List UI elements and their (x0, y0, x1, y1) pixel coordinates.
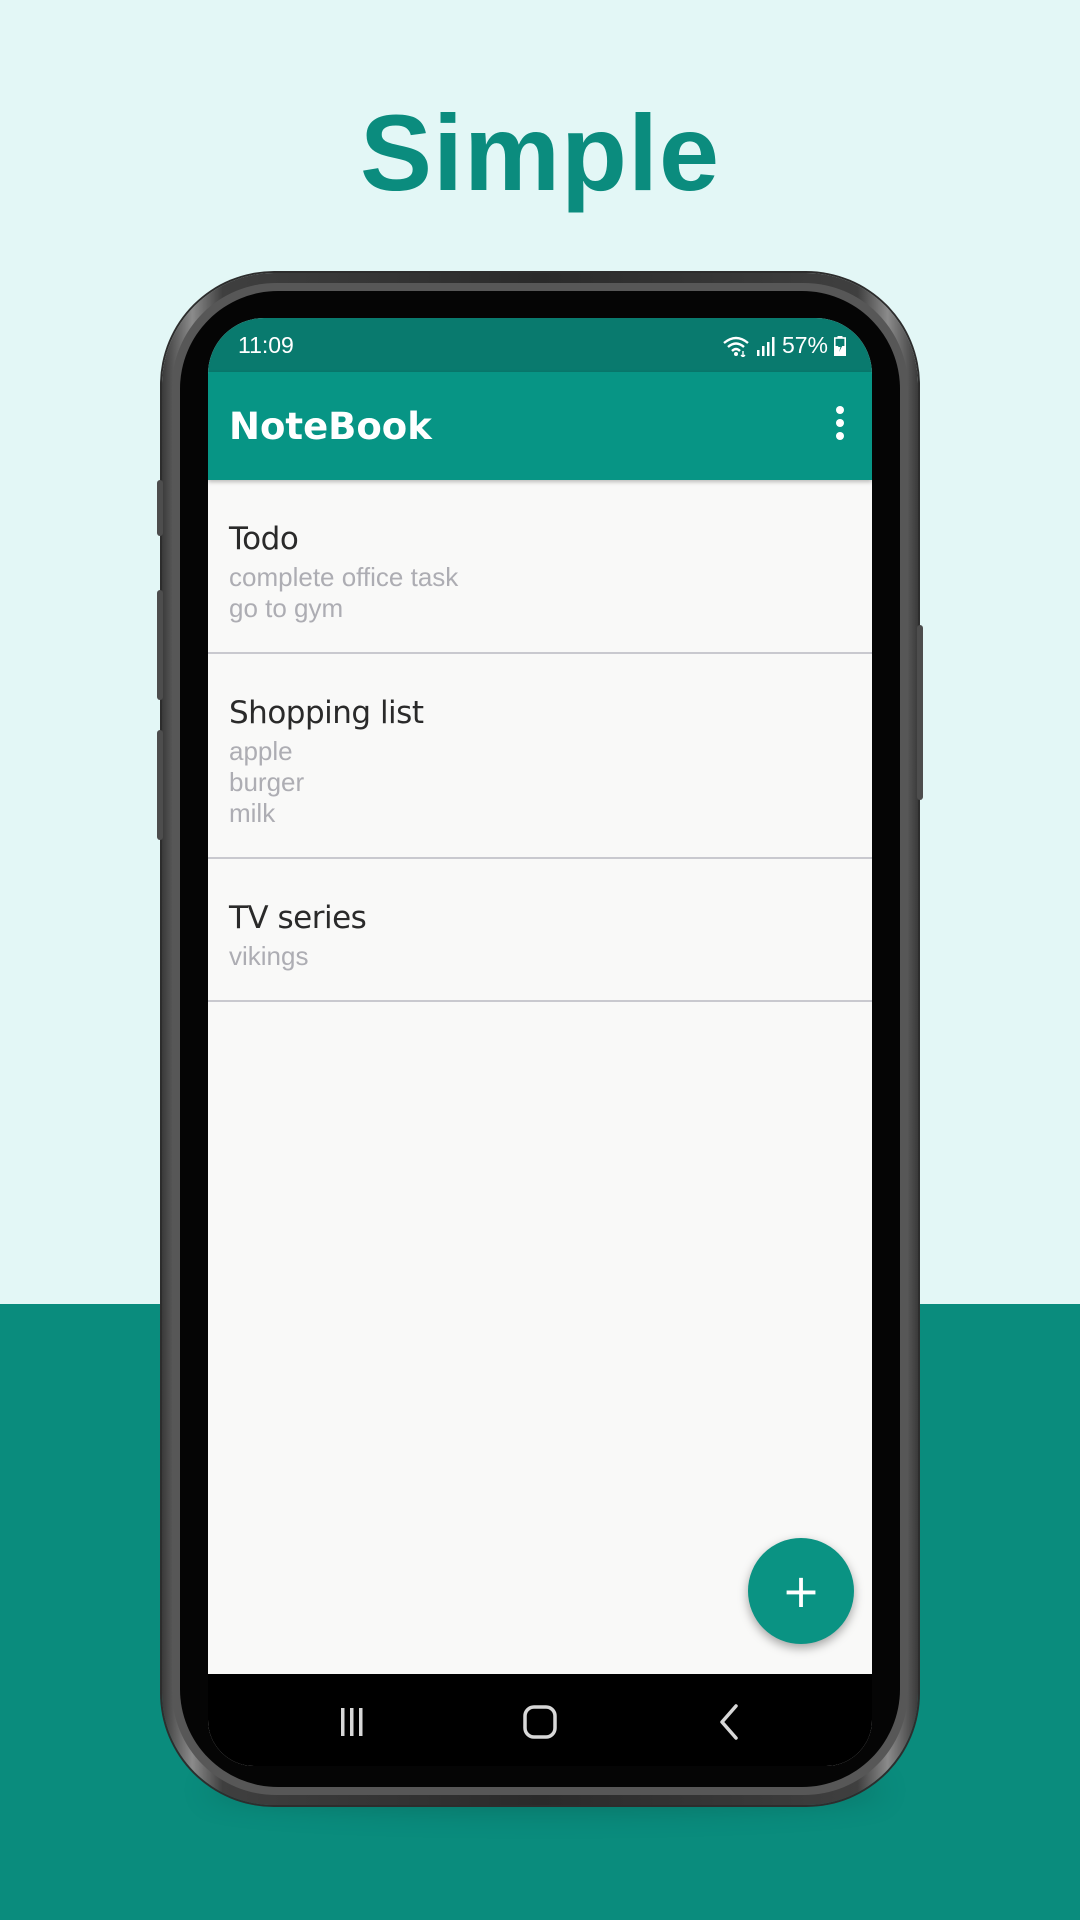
phone-side-button (157, 730, 163, 840)
phone-side-button (157, 480, 163, 536)
signal-icon (756, 336, 775, 356)
home-icon[interactable] (518, 1700, 562, 1744)
note-preview-line: complete office task (229, 562, 459, 592)
note-title: TV series (229, 900, 367, 936)
battery-percent: 57% (781, 332, 828, 358)
status-bar: 11:09 57% (208, 318, 872, 372)
note-preview-line: burger (229, 767, 305, 797)
promo-headline: Simple (359, 92, 721, 213)
note-item[interactable]: TV series vikings (208, 859, 872, 1002)
note-preview-line: vikings (229, 941, 309, 971)
note-item[interactable]: Shopping list apple burger milk (208, 654, 872, 859)
status-icons: 57% (722, 332, 846, 359)
back-icon[interactable] (708, 1700, 752, 1744)
more-vert-icon[interactable] (830, 406, 850, 446)
wifi-icon (723, 336, 749, 357)
note-preview-line: milk (229, 798, 276, 828)
add-note-button[interactable]: + (748, 1538, 854, 1644)
battery-charging-icon (834, 335, 846, 356)
note-preview-line: go to gym (229, 593, 344, 623)
phone-side-button (157, 590, 163, 700)
status-time: 11:09 (238, 332, 294, 358)
system-nav-bar (208, 1674, 872, 1766)
note-item[interactable]: Todo complete office task go to gym (208, 480, 872, 654)
phone-screen: 11:09 57% NoteBook Todo complete office … (208, 318, 872, 1766)
recent-apps-icon[interactable] (330, 1700, 374, 1744)
note-preview-line: apple (229, 736, 293, 766)
phone-side-button (917, 625, 923, 800)
app-title: NoteBook (229, 405, 432, 448)
add-icon: + (781, 1564, 821, 1618)
note-title: Shopping list (229, 695, 424, 731)
note-list: Todo complete office task go to gym Shop… (208, 480, 872, 1002)
app-bar: NoteBook (208, 372, 872, 480)
note-title: Todo (229, 521, 299, 557)
